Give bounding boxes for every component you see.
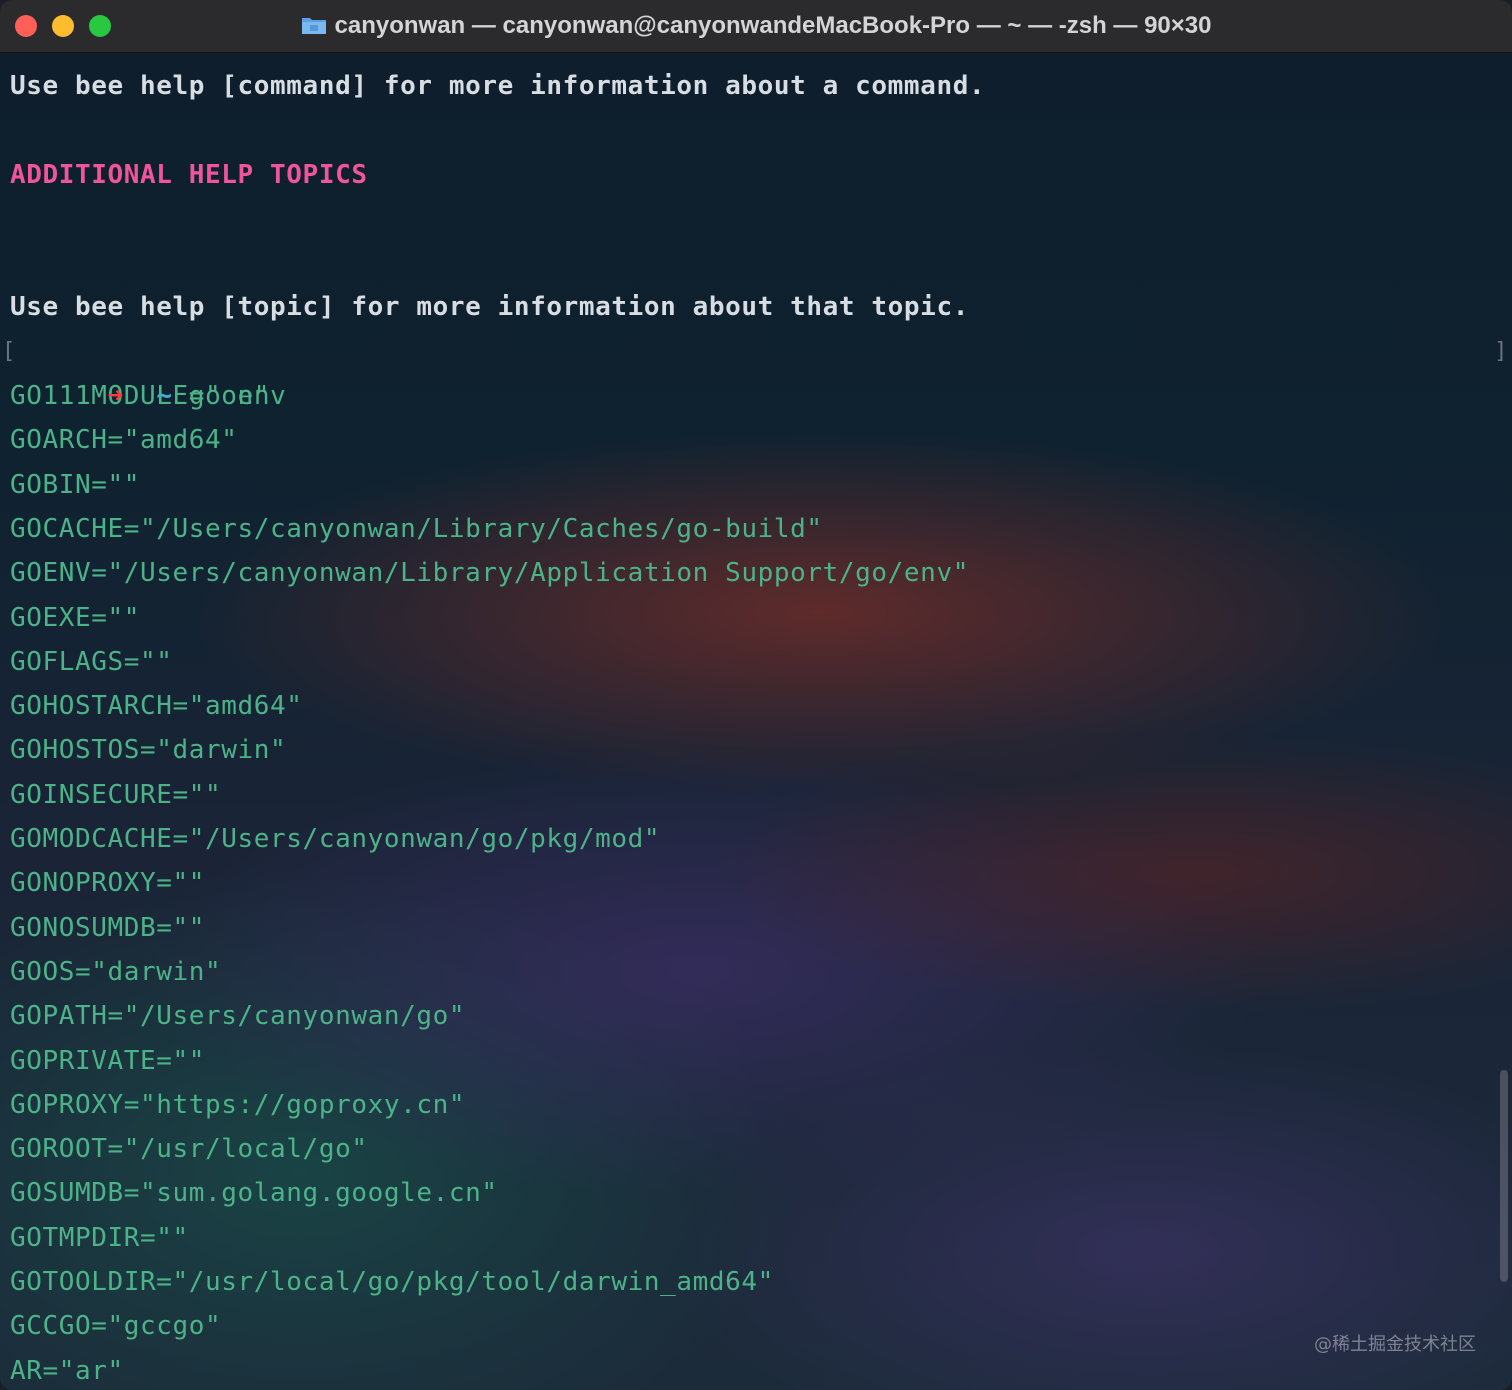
window-title: canyonwan — canyonwan@canyonwandeMacBook… [334, 12, 1212, 39]
help-topic-line: Use bee help [topic] for more informatio… [10, 292, 969, 323]
env-output-list: GO111MODULE="on" GOARCH="amd64" GOBIN="" GO… [10, 374, 1502, 1390]
env-line: GOMODCACHE="/Users/canyonwan/go/pkg/mod" [10, 824, 661, 855]
env-line: GOPRIVATE="" [10, 1045, 206, 1076]
env-line: GOBIN="" [10, 469, 141, 500]
watermark: @稀土掘金技术社区 [1314, 1334, 1476, 1355]
env-line: GOHOSTARCH="amd64" [10, 691, 303, 722]
folder-icon [301, 15, 327, 35]
env-line: GONOPROXY="" [10, 868, 206, 899]
section-header: ADDITIONAL HELP TOPICS [10, 159, 368, 190]
terminal-output[interactable]: Use bee help [command] for more informat… [2, 64, 1507, 1390]
env-line: GOHOSTOS="darwin" [10, 735, 287, 766]
env-line: GOFLAGS="" [10, 646, 173, 677]
prompt-command: go env [188, 381, 287, 412]
env-line: GOPATH="/Users/canyonwan/go" [10, 1001, 466, 1032]
env-line: GOTMPDIR="" [10, 1222, 189, 1253]
env-line: GONOSUMDB="" [10, 912, 206, 943]
help-command-line: Use bee help [command] for more informat… [10, 71, 986, 101]
env-line: GOSUMDB="sum.golang.google.cn" [10, 1178, 498, 1209]
env-line: GOCACHE="/Users/canyonwan/Library/Caches… [10, 513, 823, 544]
prompt-cwd: ~ [156, 381, 173, 412]
env-line: GCCGO="gccgo" [10, 1311, 222, 1342]
env-line: GOROOT="/usr/local/go" [10, 1134, 368, 1165]
env-line: GOARCH="amd64" [10, 425, 238, 456]
terminal-window: canyonwan — canyonwan@canyonwandeMacBook… [0, 0, 1512, 1390]
prompt-arrow-icon: ➜ [107, 381, 124, 412]
env-line: GOENV="/Users/canyonwan/Library/Applicat… [10, 558, 969, 589]
prompt-line: [ ➜ ~ go env] [2, 330, 1507, 411]
env-line: GOEXE="" [10, 602, 141, 633]
mark-bracket-left: [ [2, 338, 16, 364]
mark-bracket-right: ] [1494, 338, 1508, 364]
env-line: GOPROXY="https://goproxy.cn" [10, 1089, 466, 1120]
title-bar[interactable]: canyonwan — canyonwan@canyonwandeMacBook… [0, 0, 1512, 53]
env-line: GOTOOLDIR="/usr/local/go/pkg/tool/darwin… [10, 1267, 774, 1298]
env-line: AR="ar" [10, 1355, 124, 1386]
env-line: GOINSECURE="" [10, 779, 222, 810]
window-title-container: canyonwan — canyonwan@canyonwandeMacBook… [0, 12, 1512, 40]
env-line: GOOS="darwin" [10, 956, 222, 987]
scrollbar[interactable] [1500, 1070, 1508, 1282]
